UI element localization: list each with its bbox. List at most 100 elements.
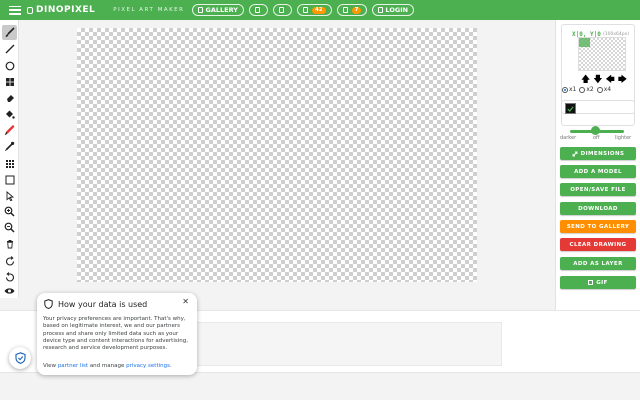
app-root: DINOPIXEL PIXEL ART MAKER GALLERY 42 7 L…: [0, 0, 640, 400]
logo-text: DINOPIXEL: [36, 5, 96, 15]
privacy-footer: View partner list and manage privacy set…: [43, 363, 172, 369]
move-tool[interactable]: [2, 188, 17, 203]
bucket-icon: [6, 110, 15, 119]
footer-band: [0, 372, 640, 400]
zoom-out-tool[interactable]: [2, 220, 17, 235]
privacy-settings-link[interactable]: privacy settings: [126, 363, 170, 369]
zoom-out-icon: [4, 222, 15, 233]
shield-check-icon: [14, 352, 26, 364]
zoom-x1-radio[interactable]: x1: [562, 86, 576, 93]
gallery-button[interactable]: GALLERY: [192, 4, 244, 16]
notifications-button[interactable]: 7: [336, 4, 368, 16]
fill-grid-tool[interactable]: [2, 74, 17, 89]
undo-icon: [5, 255, 14, 266]
preview-toggle-tool[interactable]: [2, 283, 17, 298]
notifications-badge: 7: [351, 6, 362, 14]
arrow-down-icon[interactable]: 🡇: [593, 76, 602, 85]
dots-grid-icon: [5, 159, 14, 168]
eye-icon: [4, 287, 15, 294]
privacy-body: Your privacy preferences are important. …: [43, 316, 188, 352]
tagline: PIXEL ART MAKER: [113, 7, 185, 13]
likes-badge: 42: [311, 6, 326, 14]
check-icon: [567, 105, 574, 112]
login-button[interactable]: LOGIN: [372, 4, 415, 16]
add-model-button[interactable]: ADD A MODEL: [560, 165, 636, 178]
trash-tool[interactable]: [2, 236, 17, 251]
circle-icon: [5, 61, 14, 70]
eyedropper-tool[interactable]: [2, 139, 17, 154]
line-icon: [5, 44, 14, 53]
color-pen-tool[interactable]: [2, 123, 17, 138]
privacy-shield-button[interactable]: [9, 347, 31, 369]
color-box: [561, 100, 635, 126]
bucket-tool[interactable]: [2, 107, 17, 122]
zoom-in-icon: [4, 206, 15, 217]
logo-icon: [27, 6, 33, 14]
menu-icon[interactable]: [9, 5, 21, 15]
eraser-tool[interactable]: [2, 90, 17, 105]
grid-fill-icon: [5, 77, 14, 86]
gallery-label: GALLERY: [205, 6, 238, 14]
eyedropper-icon: [4, 141, 15, 152]
zoom-x4-radio[interactable]: x4: [596, 86, 611, 93]
dimensions-button[interactable]: DIMENSIONS: [560, 147, 636, 160]
circle-tool[interactable]: [2, 58, 17, 73]
rectangle-select-tool[interactable]: [2, 172, 17, 187]
partner-list-link[interactable]: partner list: [58, 363, 88, 369]
redo-tool[interactable]: [2, 269, 17, 284]
brush-tool[interactable]: [2, 25, 17, 40]
clear-drawing-button[interactable]: CLEAR DRAWING: [560, 238, 636, 251]
brush-icon: [5, 27, 15, 37]
site-logo[interactable]: DINOPIXEL: [27, 5, 95, 15]
zoom-options: x1 x2 x4: [562, 86, 611, 93]
right-panel: X|0, Y|0 (100x64px) 🡅 🡇 🡄 🡆 x1 x2 x4 dar…: [555, 20, 640, 310]
nav-pill-3[interactable]: [272, 4, 292, 16]
darker-label: darker: [560, 135, 577, 141]
pan-arrows: 🡅 🡇 🡄 🡆: [581, 76, 627, 85]
pen-icon: [4, 125, 15, 136]
pattern-tool[interactable]: [2, 156, 17, 171]
tool-sidebar: [0, 20, 19, 298]
privacy-dialog: How your data is used ✕ Your privacy pre…: [37, 293, 197, 375]
add-as-layer-button[interactable]: ADD AS LAYER: [560, 257, 636, 270]
minimap[interactable]: [578, 37, 626, 71]
gif-icon: [588, 280, 594, 285]
trash-icon: [6, 239, 13, 248]
shield-icon: [44, 299, 53, 309]
zoom-in-tool[interactable]: [2, 204, 17, 219]
undo-tool[interactable]: [2, 253, 17, 268]
gif-button[interactable]: GIF: [560, 276, 636, 289]
lighter-label: lighter: [615, 135, 632, 141]
privacy-header: How your data is used: [44, 299, 147, 309]
send-to-gallery-button[interactable]: SEND TO GALLERY: [560, 220, 636, 233]
off-label: off: [593, 135, 600, 141]
arrow-right-icon[interactable]: 🡆: [618, 76, 627, 85]
top-navbar: DINOPIXEL PIXEL ART MAKER GALLERY 42 7 L…: [0, 0, 640, 20]
drawing-canvas[interactable]: [77, 28, 477, 282]
gallery-icon: [198, 7, 204, 13]
redo-icon: [5, 271, 14, 282]
user-icon: [378, 7, 384, 13]
bell-icon: [342, 7, 348, 13]
resize-icon: [572, 151, 578, 156]
open-save-button[interactable]: OPEN/SAVE FILE: [560, 183, 636, 196]
login-label: LOGIN: [385, 6, 409, 14]
nav-pill-2[interactable]: [248, 4, 268, 16]
eraser-icon: [6, 94, 14, 102]
current-color-swatch[interactable]: [565, 103, 576, 114]
nav-pill-3-icon: [278, 7, 284, 13]
privacy-title: How your data is used: [58, 299, 148, 309]
rectangle-icon: [5, 175, 14, 184]
likes-button[interactable]: 42: [296, 4, 332, 16]
nav-pill-2-icon: [254, 7, 260, 13]
minimap-viewport[interactable]: [579, 38, 590, 47]
arrow-up-icon[interactable]: 🡅: [581, 76, 590, 85]
zoom-x2-radio[interactable]: x2: [579, 86, 594, 93]
heart-icon: [302, 7, 308, 13]
line-tool[interactable]: [2, 41, 17, 56]
arrow-left-icon[interactable]: 🡄: [606, 76, 615, 85]
download-button[interactable]: DOWNLOAD: [560, 202, 636, 215]
close-icon[interactable]: ✕: [182, 297, 189, 306]
cursor-icon: [6, 190, 14, 201]
shade-slider-knob[interactable]: [591, 126, 600, 135]
